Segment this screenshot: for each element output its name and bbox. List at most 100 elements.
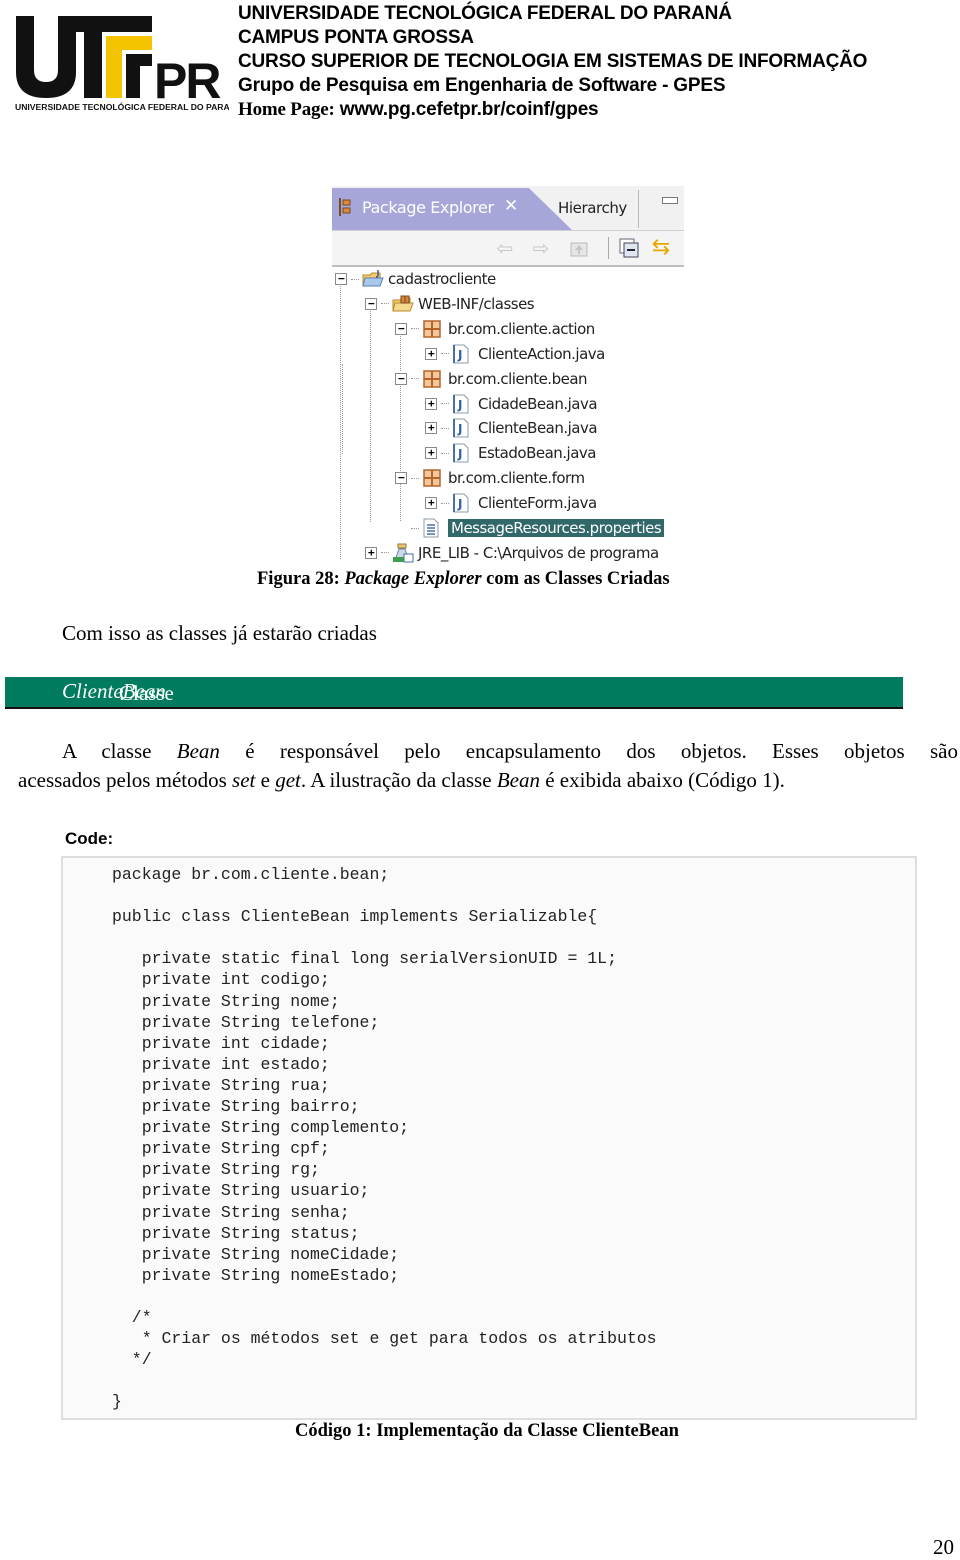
tree-item-label[interactable]: ClienteForm.java <box>478 494 597 512</box>
header-line-campus: CAMPUS PONTA GROSSA <box>238 27 474 48</box>
up-folder-icon[interactable] <box>568 237 590 259</box>
tree-item-label[interactable]: br.com.cliente.form <box>448 469 585 487</box>
back-arrow-icon[interactable]: ⇦ <box>494 237 516 259</box>
expand-toggle-icon[interactable]: + <box>425 497 437 510</box>
code-line: } <box>112 1392 122 1412</box>
package-icon <box>422 369 442 389</box>
tree-item-label[interactable]: WEB-INF/classes <box>418 295 535 313</box>
code-line: private String bairro; <box>112 1097 360 1117</box>
tree-item[interactable]: − WEB-INF/classes <box>365 292 535 316</box>
homepage-link[interactable]: www.pg.cefetpr.br/coinf/gpes <box>340 99 599 120</box>
tree-connector <box>381 552 389 554</box>
link-with-editor-icon[interactable]: ⇆ <box>650 237 672 259</box>
expand-toggle-icon[interactable]: + <box>425 397 437 410</box>
java-file-icon: J <box>452 493 472 513</box>
code-line: private String status; <box>112 1223 360 1243</box>
expand-toggle-icon[interactable]: + <box>425 447 437 460</box>
forward-arrow-icon[interactable]: ⇨ <box>530 237 552 259</box>
code-line: */ <box>112 1350 152 1370</box>
code-line: private String telefone; <box>112 1012 380 1032</box>
package-icon <box>422 468 442 488</box>
code-line: private String nomeEstado; <box>112 1265 400 1285</box>
collapse-toggle-icon[interactable]: − <box>365 297 377 310</box>
tree-item[interactable]: + J ClienteForm.java <box>425 491 597 515</box>
expand-toggle-icon[interactable]: + <box>425 422 437 435</box>
section-heading: Classe ClienteBean: <box>62 679 174 705</box>
expand-toggle-icon[interactable]: + <box>425 347 437 360</box>
code-content: package br.com.cliente.bean; public clas… <box>112 864 657 1412</box>
tree-item[interactable]: − br.com.cliente.action <box>395 317 595 341</box>
header-line-university: UNIVERSIDADE TECNOLÓGICA FEDERAL DO PARA… <box>238 3 732 24</box>
tree-item-label[interactable]: JRE_LIB - C:\Arquivos de programa <box>418 544 659 562</box>
code-line: private String rua; <box>112 1075 330 1095</box>
header-line-course: CURSO SUPERIOR DE TECNOLOGIA EM SISTEMAS… <box>238 51 868 72</box>
tree-item[interactable]: − cadastrocliente <box>335 267 496 291</box>
tree-item-label[interactable]: EstadoBean.java <box>478 444 596 462</box>
collapse-toggle-icon[interactable]: − <box>335 273 347 285</box>
paragraph-text: e <box>255 768 276 792</box>
minimize-icon[interactable] <box>662 197 678 204</box>
code-line: private String usuario; <box>112 1181 370 1201</box>
code-line: private static final long serialVersionU… <box>112 949 617 969</box>
tree-item-label[interactable]: br.com.cliente.action <box>448 320 595 338</box>
svg-text:J: J <box>457 398 462 412</box>
tree-item[interactable]: + JRE_LIB - C:\Arquivos de programa <box>365 541 659 565</box>
tree-item-label[interactable]: ClienteAction.java <box>478 345 605 363</box>
utfpr-logo-icon: PR UNIVERSIDADE TECNOLÓGICA FEDERAL DO P… <box>15 16 242 112</box>
tree-item[interactable]: + J CidadeBean.java <box>425 392 598 416</box>
collapse-all-icon[interactable] <box>618 237 640 259</box>
paragraph-text: . A ilustração da classe <box>300 768 497 792</box>
tree-connector <box>441 452 449 454</box>
tree-guide-line <box>400 377 401 471</box>
header-line-group: Grupo de Pesquisa em Engenharia de Softw… <box>238 75 726 96</box>
library-icon <box>392 543 414 563</box>
tree-item[interactable]: − br.com.cliente.bean <box>395 367 588 391</box>
tree-item-label[interactable]: br.com.cliente.bean <box>448 370 588 388</box>
tree-item-label[interactable]: CidadeBean.java <box>478 395 598 413</box>
svg-text:PR: PR <box>154 53 221 109</box>
code-line: private String cpf; <box>112 1139 330 1159</box>
tree-item[interactable]: + J ClienteBean.java <box>425 416 598 440</box>
collapse-toggle-icon[interactable]: − <box>395 322 407 335</box>
collapse-toggle-icon[interactable]: − <box>395 472 407 485</box>
project-folder-icon <box>362 269 384 289</box>
code-line: public class ClienteBean implements Seri… <box>112 907 598 927</box>
tab-package-explorer-label[interactable]: Package Explorer <box>362 198 494 217</box>
tree-item[interactable]: + J EstadoBean.java <box>425 441 596 465</box>
tree-connector <box>351 278 359 280</box>
tree-item-label[interactable]: MessageResources.properties <box>448 519 665 537</box>
tree-connector <box>411 527 419 529</box>
code-line: private int codigo; <box>112 970 330 990</box>
view-toolbar: ⇦ ⇨ ⇆ <box>332 231 684 267</box>
tab-hierarchy[interactable]: Hierarchy <box>558 199 627 217</box>
tree-item[interactable]: MessageResources.properties <box>395 516 665 540</box>
tab-divider <box>638 190 639 228</box>
close-icon[interactable]: ✕ <box>504 196 518 216</box>
tree-item[interactable]: + J ClienteAction.java <box>425 342 605 366</box>
header-homepage: Home Page: www.pg.cefetpr.br/coinf/gpes <box>238 98 867 122</box>
svg-text:J: J <box>457 447 462 461</box>
paragraph-text: acessados pelos métodos <box>18 768 233 792</box>
svg-text:J: J <box>457 497 462 511</box>
tree-item-label[interactable]: cadastrocliente <box>388 270 496 288</box>
tree-item-label[interactable]: ClienteBean.java <box>478 419 598 437</box>
java-file-icon: J <box>452 344 472 364</box>
svg-text:J: J <box>457 348 462 362</box>
expand-toggle-icon[interactable]: + <box>365 546 377 559</box>
figure-caption-italic: Package Explorer <box>344 569 482 589</box>
tree-connector <box>411 328 419 330</box>
paragraph-line-2: acessados pelos métodos set e get. A ilu… <box>18 766 958 795</box>
collapse-toggle-icon[interactable]: − <box>395 372 407 385</box>
code-line: private int cidade; <box>112 1033 330 1053</box>
java-file-icon: J <box>452 443 472 463</box>
code-line: private String senha; <box>112 1202 350 1222</box>
italic-term: set <box>232 768 256 792</box>
italic-term: Bean <box>496 768 540 792</box>
code-block: package br.com.cliente.bean; public clas… <box>61 856 917 1420</box>
package-explorer-icon <box>339 198 351 216</box>
tree-item[interactable]: − br.com.cliente.form <box>395 466 585 490</box>
logo-subtitle: UNIVERSIDADE TECNOLÓGICA FEDERAL DO PARA… <box>15 101 229 112</box>
properties-file-icon <box>422 518 442 538</box>
